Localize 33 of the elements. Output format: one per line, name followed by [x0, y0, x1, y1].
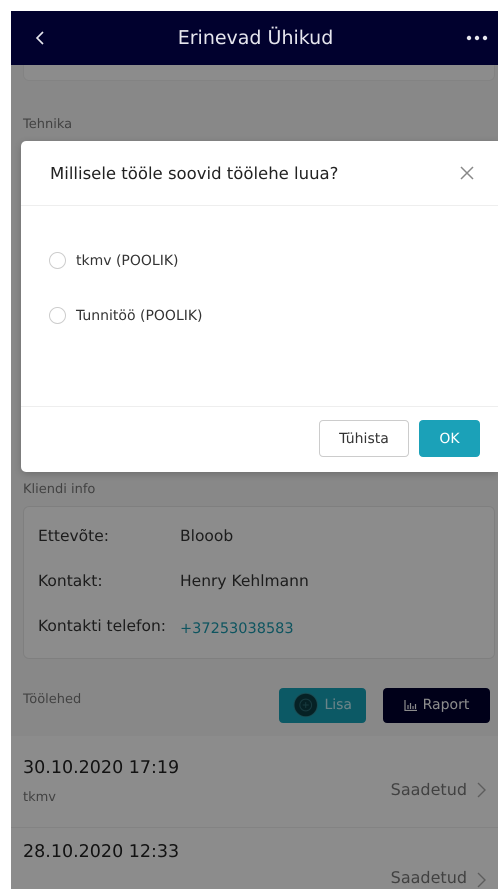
section-label: Töölehed — [23, 692, 82, 706]
status-label: Saadetud — [390, 780, 467, 799]
field-label: Ettevõte: — [38, 526, 110, 544]
ok-button[interactable]: OK — [419, 420, 480, 457]
chevron-right-icon — [477, 872, 486, 888]
worksheet-row[interactable]: 28.10.2020 12:33 Saadetud — [11, 828, 498, 889]
field-label: Kontakti telefon: — [38, 616, 168, 634]
close-icon[interactable] — [460, 166, 474, 180]
option-label: tkmv (POOLIK) — [76, 252, 178, 268]
chevron-right-icon — [477, 782, 486, 798]
worksheet-name: tkmv — [23, 790, 57, 805]
cancel-button[interactable]: Tühista — [319, 420, 409, 457]
dialog-title: Millisele tööle soovid töölehe luua? — [50, 164, 340, 182]
worksheet-row[interactable]: 30.10.2020 17:19 tkmv Saadetud — [11, 736, 498, 828]
report-button[interactable]: Raport — [383, 688, 490, 722]
bar-chart-icon — [404, 700, 417, 710]
radio-button[interactable] — [49, 252, 66, 269]
worksheet-date: 30.10.2020 17:19 — [23, 758, 180, 778]
plus-circle-icon — [293, 692, 318, 718]
radio-button[interactable] — [49, 307, 66, 324]
field-value: Blooob — [180, 526, 234, 544]
radio-option[interactable]: Tunnitöö (POOLIK) — [49, 307, 203, 324]
worksheet-date: 28.10.2020 12:33 — [23, 842, 180, 862]
status-label: Saadetud — [390, 868, 467, 887]
section-label: Tehnika — [22, 117, 74, 132]
option-label: Tunnitöö (POOLIK) — [76, 308, 203, 324]
field-label: Kontakt: — [38, 572, 104, 590]
back-icon[interactable] — [35, 30, 45, 46]
field-value: Henry Kehlmann — [180, 572, 309, 590]
radio-option[interactable]: tkmv (POOLIK) — [49, 252, 178, 269]
page-title: Erinevad Ühikud — [176, 27, 334, 49]
more-icon[interactable] — [466, 35, 488, 41]
section-label: Kliendi info — [22, 482, 96, 497]
